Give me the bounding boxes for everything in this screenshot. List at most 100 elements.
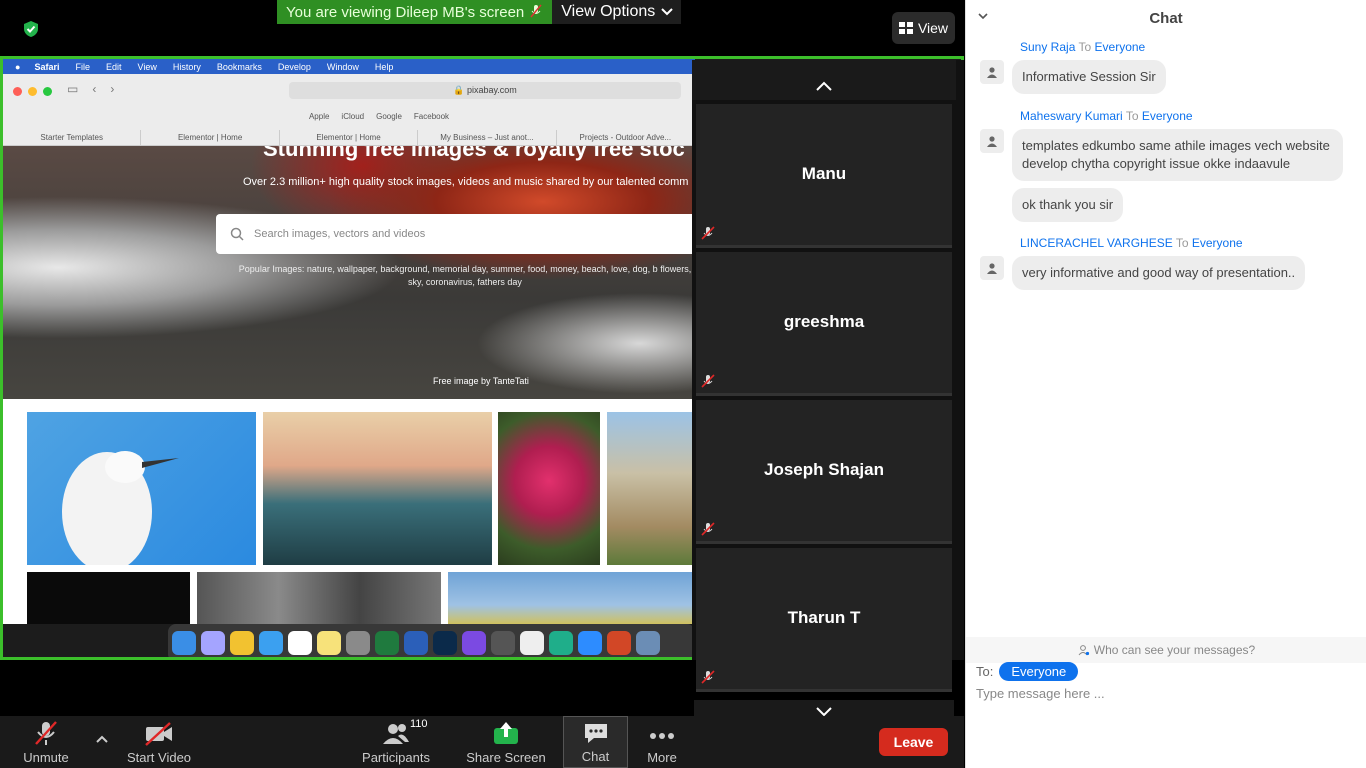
address-bar: 🔒 pixabay.com	[289, 82, 681, 99]
message-header: Suny Raja To Everyone	[1020, 40, 1145, 54]
person-icon	[1078, 645, 1089, 656]
recipient-row: To: Everyone	[976, 662, 1079, 681]
participant-tile[interactable]: Manu	[696, 104, 952, 248]
share-screen-label: Share Screen	[466, 750, 546, 765]
participant-tile[interactable]: Tharun T	[696, 548, 952, 692]
browser-tab: Elementor | Home	[280, 130, 419, 146]
chat-panel: Chat Suny Raja To Everyone Informative S…	[965, 0, 1366, 768]
sidebar-icon: ▭	[67, 82, 79, 96]
participants-label: Participants	[362, 750, 430, 765]
browser-tab: My Business – Just anot...	[418, 130, 557, 146]
view-options-button[interactable]: View Options	[552, 0, 682, 24]
message-bubble: Informative Session Sir	[1012, 60, 1166, 94]
user-icon	[987, 136, 997, 147]
preview-icon	[636, 631, 660, 655]
message-header: Maheswary Kumari To Everyone	[1020, 109, 1193, 123]
avatar	[980, 129, 1004, 153]
participant-tile[interactable]: greeshma	[696, 252, 952, 396]
calculator-icon	[491, 631, 515, 655]
chat-title: Chat	[1149, 10, 1183, 27]
muted-mic-icon	[701, 522, 715, 536]
menu-bookmarks: Bookmarks	[216, 61, 262, 72]
grid-icon	[898, 22, 913, 34]
view-layout-button[interactable]: View	[892, 12, 955, 44]
mac-dock	[168, 624, 695, 657]
chevron-up-icon	[816, 81, 832, 91]
message-bubble: templates edkumbo same athile images vec…	[1012, 129, 1343, 181]
close-dot-icon	[13, 87, 22, 96]
safari-icon	[259, 631, 283, 655]
scroll-up-button[interactable]	[692, 74, 956, 98]
more-dots-icon	[650, 733, 674, 739]
muted-mic-icon	[530, 4, 542, 18]
who-can-see-link[interactable]: Who can see your messages?	[966, 637, 1366, 663]
participants-count: 110	[410, 718, 428, 730]
muted-mic-icon	[701, 226, 715, 240]
unmute-button[interactable]: Unmute	[18, 716, 74, 768]
participant-strip: Manu greeshma Joseph Shajan Tharun T	[692, 60, 964, 692]
favorite-facebook: Facebook	[413, 112, 450, 121]
muted-mic-icon	[35, 721, 57, 745]
calendar-icon	[288, 631, 312, 655]
start-video-button[interactable]: Start Video	[124, 716, 194, 768]
audio-options-button[interactable]	[90, 716, 114, 768]
site-search-box: Search images, vectors and videos	[216, 214, 695, 254]
chat-icon	[584, 724, 607, 743]
browser-tabs: Starter Templates Elementor | Home Eleme…	[3, 130, 696, 146]
view-label: View	[917, 20, 949, 36]
app-icon	[549, 631, 573, 655]
thumbnail-dark	[27, 572, 190, 624]
shield-icon[interactable]	[22, 20, 40, 38]
menu-safari: Safari	[34, 61, 60, 72]
chat-message-input[interactable]	[976, 684, 1356, 702]
chat-button[interactable]: Chat	[563, 716, 628, 768]
message-sender: Suny Raja	[1020, 40, 1076, 54]
menu-develop: Develop	[277, 61, 311, 72]
participant-tile[interactable]: Joseph Shajan	[696, 400, 952, 544]
chrome-icon	[230, 631, 254, 655]
forward-icon: ›	[110, 82, 115, 96]
to-word: To	[1078, 40, 1092, 54]
menu-view: View	[137, 61, 157, 72]
word-icon	[404, 631, 428, 655]
image-credit: Free image by TanteTati	[433, 376, 529, 386]
reminders-icon	[520, 631, 544, 655]
participant-name: Tharun T	[787, 608, 861, 627]
participants-icon	[383, 724, 409, 744]
avatar	[980, 256, 1004, 280]
chat-label: Chat	[581, 749, 610, 764]
chevron-up-icon	[96, 735, 108, 743]
mac-menu-bar: ● Safari File Edit View History Bookmark…	[3, 59, 695, 74]
browser-tab: Starter Templates	[3, 130, 142, 146]
url-text: pixabay.com	[466, 85, 517, 95]
apple-icon: ●	[15, 61, 21, 72]
window-controls	[13, 87, 52, 96]
powerpoint-icon	[607, 631, 631, 655]
hero-subtitle: Over 2.3 million+ high quality stock ima…	[243, 176, 689, 188]
meeting-toolbar: Unmute Start Video Participants Share Sc…	[0, 716, 964, 768]
leave-button[interactable]: Leave	[879, 728, 948, 756]
user-icon	[987, 67, 997, 78]
share-screen-button[interactable]: Share Screen	[466, 716, 546, 768]
menu-window: Window	[326, 61, 359, 72]
thumbnail-field	[448, 572, 695, 624]
favorite-apple: Apple	[308, 112, 330, 121]
recipient-dropdown[interactable]: Everyone	[999, 662, 1079, 681]
hero-banner: Stunning free images & royalty free stoc…	[3, 146, 695, 399]
more-button[interactable]: More	[640, 716, 684, 768]
thumbnail-sea	[263, 412, 492, 565]
zoom-dot-icon	[43, 87, 52, 96]
share-screen-icon	[494, 722, 518, 744]
video-off-icon	[145, 722, 172, 746]
notes-icon	[317, 631, 341, 655]
excel-icon	[375, 631, 399, 655]
message-header: LINCERACHEL VARGHESE To Everyone	[1020, 236, 1243, 250]
to-word: To	[1175, 236, 1189, 250]
muted-mic-icon	[701, 374, 715, 388]
message-bubble: ok thank you sir	[1012, 188, 1124, 222]
message-sender: Maheswary Kumari	[1020, 109, 1123, 123]
search-placeholder: Search images, vectors and videos	[254, 228, 426, 240]
muted-mic-icon	[701, 670, 715, 684]
thumbnail-egret	[27, 412, 256, 572]
menu-history: History	[172, 61, 201, 72]
